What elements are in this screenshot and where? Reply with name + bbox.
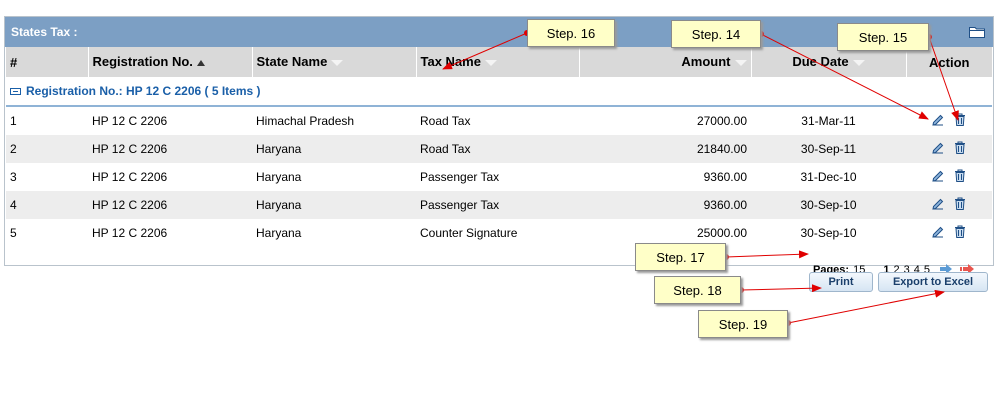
state-cell: Haryana: [256, 170, 302, 184]
folder-icon[interactable]: [969, 26, 985, 38]
tax-table: # Registration No. State Name Tax Name A…: [6, 47, 992, 247]
amount-cell: 27000.00: [696, 114, 747, 128]
col-header-state[interactable]: State Name: [251, 47, 416, 77]
col-header-number[interactable]: #: [6, 47, 88, 77]
edit-icon[interactable]: [932, 226, 944, 241]
group-row[interactable]: Registration No.: HP 12 C 2206 ( 5 Items…: [6, 77, 992, 107]
col-header-action: Action: [905, 47, 992, 77]
edit-icon[interactable]: [932, 170, 944, 185]
sort-icon[interactable]: [484, 55, 497, 70]
state-cell: Haryana: [252, 191, 416, 219]
arrow-step-19: [787, 289, 945, 324]
sort-icon[interactable]: [331, 55, 344, 70]
tax-name-cell: Passenger Tax: [420, 170, 500, 184]
action-cell: [906, 191, 992, 219]
tax-name-cell: Road Tax: [420, 114, 471, 128]
registration-cell: HP 12 C 2206: [92, 114, 168, 128]
col-header-registration[interactable]: Registration No.: [87, 47, 252, 77]
amount-cell: 9360.00: [703, 170, 747, 184]
sort-icon[interactable]: [852, 55, 865, 70]
panel-title: States Tax :: [11, 25, 78, 39]
table-row: 5 HP 12 C 2206 Haryana Counter Signature…: [6, 219, 992, 247]
row-number: 5: [10, 226, 17, 240]
collapse-icon[interactable]: [10, 88, 21, 96]
due-date-cell: 31-Mar-11: [801, 114, 856, 128]
delete-icon[interactable]: [954, 113, 966, 129]
delete-icon[interactable]: [954, 169, 966, 185]
action-cell: [906, 163, 992, 191]
row-number: 3: [10, 170, 17, 184]
registration-cell: HP 12 C 2206: [88, 135, 252, 163]
tax-name-cell: Counter Signature: [420, 226, 518, 240]
row-number: 2: [6, 135, 88, 163]
states-tax-panel: States Tax : # Registration No. State Na…: [4, 16, 994, 276]
due-date-cell: 31-Dec-10: [800, 170, 857, 184]
registration-cell: HP 12 C 2206: [92, 226, 168, 240]
state-cell: Haryana: [252, 135, 416, 163]
table-row: 4 HP 12 C 2206 Haryana Passenger Tax 936…: [6, 191, 992, 219]
group-label: Registration No.: HP 12 C 2206 ( 5 Items…: [26, 84, 261, 98]
col-header-amount[interactable]: Amount: [578, 47, 751, 77]
due-date-cell: 30-Sep-10: [800, 226, 857, 240]
delete-icon[interactable]: [954, 197, 966, 213]
table-row: 3 HP 12 C 2206 Haryana Passenger Tax 936…: [6, 163, 992, 191]
callout-step-14: Step. 14: [671, 20, 761, 48]
callout-step-18: Step. 18: [654, 276, 741, 304]
row-number: 4: [6, 191, 88, 219]
row-number: 1: [10, 114, 17, 128]
sort-asc-icon[interactable]: [196, 55, 205, 70]
callout-step-17: Step. 17: [635, 243, 726, 271]
col-header-due-date[interactable]: Due Date: [750, 47, 906, 77]
export-to-excel-button[interactable]: Export to Excel: [878, 272, 988, 292]
callout-step-15: Step. 15: [837, 23, 929, 51]
edit-icon[interactable]: [932, 198, 944, 213]
state-cell: Haryana: [256, 226, 302, 240]
due-date-cell: 30-Sep-10: [751, 191, 906, 219]
action-cell: [906, 135, 992, 163]
table-row: 2 HP 12 C 2206 Haryana Road Tax 21840.00…: [6, 135, 992, 163]
delete-icon[interactable]: [954, 141, 966, 157]
state-cell: Himachal Pradesh: [256, 114, 355, 128]
delete-icon[interactable]: [954, 225, 966, 241]
print-button[interactable]: Print: [809, 272, 873, 292]
callout-step-16: Step. 16: [527, 19, 615, 47]
amount-cell: 21840.00: [579, 135, 751, 163]
action-cell: [906, 106, 992, 135]
table-header-row: # Registration No. State Name Tax Name A…: [6, 47, 992, 77]
registration-cell: HP 12 C 2206: [88, 191, 252, 219]
callout-step-19: Step. 19: [698, 310, 788, 338]
edit-icon[interactable]: [932, 142, 944, 157]
edit-icon[interactable]: [932, 114, 944, 129]
due-date-cell: 30-Sep-11: [751, 135, 906, 163]
col-header-tax-name[interactable]: Tax Name: [415, 47, 579, 77]
registration-cell: HP 12 C 2206: [92, 170, 168, 184]
tax-name-cell: Passenger Tax: [416, 191, 579, 219]
amount-cell: 9360.00: [579, 191, 751, 219]
table-row: 1 HP 12 C 2206 Himachal Pradesh Road Tax…: [6, 106, 992, 135]
sort-icon[interactable]: [734, 55, 747, 70]
action-cell: [906, 219, 992, 247]
tax-name-cell: Road Tax: [416, 135, 579, 163]
